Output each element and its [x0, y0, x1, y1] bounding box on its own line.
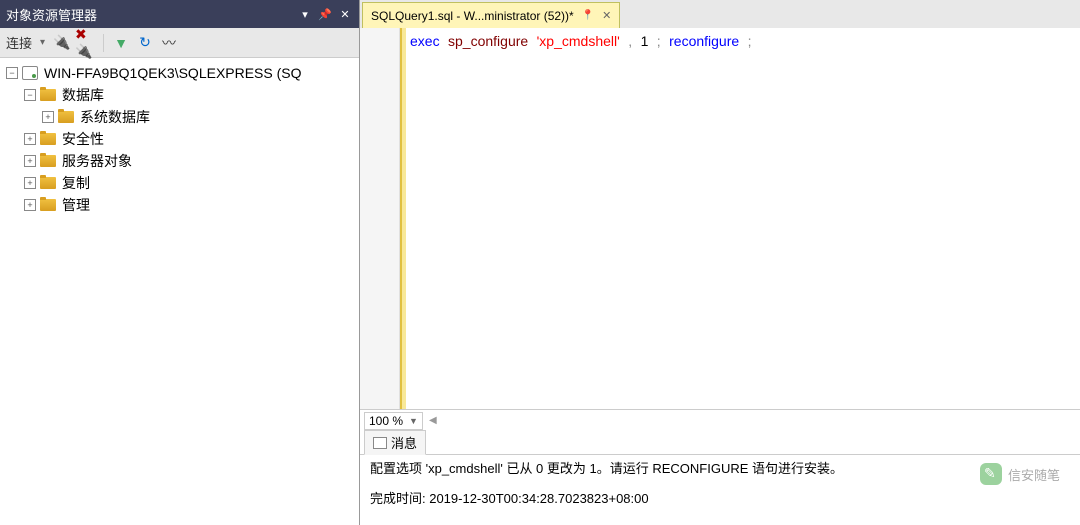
- keyword-reconfigure: reconfigure: [669, 33, 739, 49]
- disconnect-icon[interactable]: ✖🔌: [75, 32, 97, 54]
- message-line: 配置选项 'xp_cmdshell' 已从 0 更改为 1。请运行 RECONF…: [370, 459, 1070, 479]
- zoom-dropdown[interactable]: 100 % ▼: [364, 412, 423, 430]
- editor-content[interactable]: exec sp_configure 'xp_cmdshell' , 1 ; re…: [406, 28, 1080, 409]
- expand-icon[interactable]: +: [24, 155, 36, 167]
- zoom-bar: 100 % ▼ ◀: [360, 409, 1080, 431]
- message-line: 完成时间: 2019-12-30T00:34:28.7023823+08:00: [370, 489, 1070, 509]
- number-literal: 1: [641, 33, 649, 49]
- collapse-icon[interactable]: −: [6, 67, 18, 79]
- expand-icon[interactable]: +: [24, 199, 36, 211]
- tree-management-node[interactable]: + 管理: [2, 194, 357, 216]
- semicolon: ;: [748, 33, 752, 49]
- string-literal: 'xp_cmdshell': [537, 33, 620, 49]
- pin-icon[interactable]: 📌: [317, 6, 333, 22]
- tree-replication-node[interactable]: + 复制: [2, 172, 357, 194]
- panel-dropdown-icon[interactable]: ▾: [297, 6, 313, 22]
- tree-node-label: 复制: [62, 173, 90, 193]
- tree-node-label: 服务器对象: [62, 151, 132, 171]
- results-tab-bar: 消息: [360, 431, 1080, 455]
- tree-server-objects-node[interactable]: + 服务器对象: [2, 150, 357, 172]
- watermark: 信安随笔: [980, 463, 1060, 485]
- object-explorer-header: 对象资源管理器 ▾ 📌 ✕: [0, 0, 359, 28]
- tab-label: SQLQuery1.sql - W...ministrator (52))*: [371, 9, 574, 23]
- proc-name: sp_configure: [448, 33, 528, 49]
- separator: [103, 34, 104, 52]
- expand-icon[interactable]: +: [42, 111, 54, 123]
- connect-label[interactable]: 连接: [6, 33, 32, 52]
- collapse-icon[interactable]: −: [24, 89, 36, 101]
- connect-dropdown-icon[interactable]: ▾: [40, 37, 45, 48]
- editor-margin: [360, 28, 400, 409]
- watermark-icon: [980, 463, 1002, 485]
- tree-node-label: 系统数据库: [80, 107, 150, 127]
- activity-icon[interactable]: 〰: [158, 32, 180, 54]
- expand-icon[interactable]: +: [24, 177, 36, 189]
- folder-icon: [40, 197, 58, 213]
- tree-node-label: 数据库: [62, 85, 104, 105]
- filter-icon[interactable]: ▼: [110, 32, 132, 54]
- close-tab-icon[interactable]: ✕: [602, 9, 611, 22]
- refresh-icon[interactable]: ↻: [134, 32, 156, 54]
- folder-icon: [40, 131, 58, 147]
- folder-icon: [58, 109, 76, 125]
- main-area: SQLQuery1.sql - W...ministrator (52))* 📍…: [360, 0, 1080, 525]
- connect-icon[interactable]: 🔌: [51, 32, 73, 54]
- keyword-exec: exec: [410, 33, 440, 49]
- pin-icon[interactable]: 📍: [582, 10, 594, 21]
- expand-icon[interactable]: +: [24, 133, 36, 145]
- tab-sqlquery[interactable]: SQLQuery1.sql - W...ministrator (52))* 📍…: [362, 2, 620, 28]
- tree-node-label: 安全性: [62, 129, 104, 149]
- tree-node-label: WIN-FFA9BQ1QEK3\SQLEXPRESS (SQ: [44, 65, 302, 81]
- zoom-value: 100 %: [369, 414, 403, 428]
- object-tree: − WIN-FFA9BQ1QEK3\SQLEXPRESS (SQ − 数据库 +…: [0, 58, 359, 525]
- tab-messages[interactable]: 消息: [364, 430, 426, 455]
- chevron-down-icon: ▼: [409, 416, 418, 426]
- tab-label: 消息: [391, 433, 417, 452]
- server-icon: [22, 65, 40, 81]
- comma: ,: [628, 33, 632, 49]
- object-explorer-toolbar: 连接 ▾ 🔌 ✖🔌 ▼ ↻ 〰: [0, 28, 359, 58]
- messages-panel[interactable]: 配置选项 'xp_cmdshell' 已从 0 更改为 1。请运行 RECONF…: [360, 455, 1080, 525]
- scroll-left-icon[interactable]: ◀: [429, 415, 437, 426]
- sql-editor[interactable]: exec sp_configure 'xp_cmdshell' , 1 ; re…: [360, 28, 1080, 409]
- document-tab-bar: SQLQuery1.sql - W...ministrator (52))* 📍…: [360, 0, 1080, 28]
- object-explorer-panel: 对象资源管理器 ▾ 📌 ✕ 连接 ▾ 🔌 ✖🔌 ▼ ↻ 〰 − WIN-FFA9…: [0, 0, 360, 525]
- folder-icon: [40, 175, 58, 191]
- folder-icon: [40, 153, 58, 169]
- tree-databases-node[interactable]: − 数据库: [2, 84, 357, 106]
- panel-controls: ▾ 📌 ✕: [297, 6, 353, 22]
- tree-server-node[interactable]: − WIN-FFA9BQ1QEK3\SQLEXPRESS (SQ: [2, 62, 357, 84]
- semicolon: ;: [657, 33, 661, 49]
- watermark-text: 信安随笔: [1008, 465, 1060, 484]
- tree-node-label: 管理: [62, 195, 90, 215]
- object-explorer-title: 对象资源管理器: [6, 5, 297, 24]
- tree-security-node[interactable]: + 安全性: [2, 128, 357, 150]
- folder-icon: [40, 87, 58, 103]
- tree-system-databases-node[interactable]: + 系统数据库: [2, 106, 357, 128]
- close-panel-icon[interactable]: ✕: [337, 6, 353, 22]
- message-icon: [373, 437, 387, 449]
